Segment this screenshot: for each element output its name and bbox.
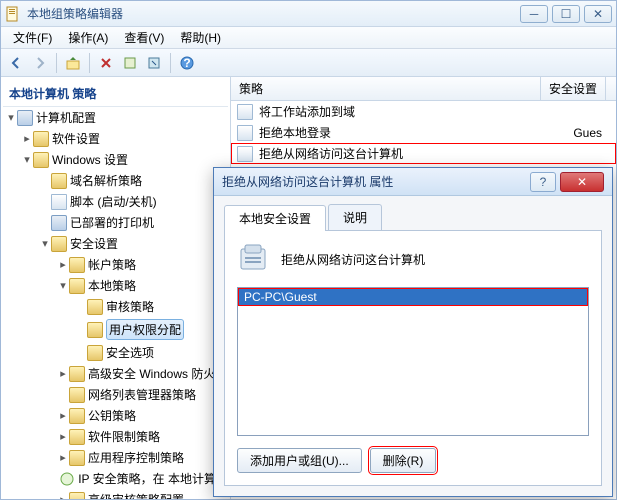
tree-software[interactable]: ▸软件设置 bbox=[3, 128, 228, 149]
list-item[interactable]: 拒绝从网络访问这台计算机 bbox=[231, 143, 616, 164]
list-header: 策略 安全设置 bbox=[231, 77, 616, 101]
tree-windows-settings[interactable]: ▾Windows 设置 bbox=[3, 149, 228, 170]
export-icon[interactable] bbox=[143, 52, 165, 74]
tree-computer-config[interactable]: ▾计算机配置 bbox=[3, 107, 228, 128]
sidebar-header: 本地计算机 策略 bbox=[3, 81, 228, 107]
policy-icon bbox=[237, 243, 269, 275]
window-title: 本地组策略编辑器 bbox=[27, 5, 520, 22]
delete-icon[interactable] bbox=[95, 52, 117, 74]
policy-name: 拒绝从网络访问这台计算机 bbox=[281, 251, 425, 268]
tab-local-security[interactable]: 本地安全设置 bbox=[224, 205, 326, 231]
tree-advanced-firewall[interactable]: ▸高级安全 Windows 防火墙 bbox=[3, 363, 228, 384]
help-icon[interactable]: ? bbox=[176, 52, 198, 74]
properties-dialog: 拒绝从网络访问这台计算机 属性 ? ✕ 本地安全设置 说明 拒绝从网络访问这台计… bbox=[213, 167, 613, 497]
menu-action[interactable]: 操作(A) bbox=[60, 27, 116, 48]
tree-user-rights[interactable]: 用户权限分配 bbox=[3, 317, 228, 342]
remove-button[interactable]: 删除(R) bbox=[370, 448, 437, 473]
list-item[interactable]: 拒绝本地登录Gues bbox=[231, 122, 616, 143]
tree-account[interactable]: ▸帐户策略 bbox=[3, 254, 228, 275]
users-listbox[interactable]: PC-PC\Guest bbox=[237, 287, 589, 436]
up-button[interactable] bbox=[62, 52, 84, 74]
tab-explain[interactable]: 说明 bbox=[328, 204, 382, 230]
tree-domain[interactable]: 域名解析策略 bbox=[3, 170, 228, 191]
tree-app-control[interactable]: ▸应用程序控制策略 bbox=[3, 447, 228, 468]
dialog-title: 拒绝从网络访问这台计算机 属性 bbox=[222, 173, 530, 190]
forward-button[interactable] bbox=[29, 52, 51, 74]
menu-file[interactable]: 文件(F) bbox=[5, 27, 60, 48]
tree-audit[interactable]: 审核策略 bbox=[3, 296, 228, 317]
tree-software-restriction[interactable]: ▸软件限制策略 bbox=[3, 426, 228, 447]
tree-network-list[interactable]: 网络列表管理器策略 bbox=[3, 384, 228, 405]
close-button[interactable]: ✕ bbox=[584, 5, 612, 23]
tree: ▾计算机配置 ▸软件设置 ▾Windows 设置 域名解析策略 脚本 (启动/关… bbox=[3, 107, 228, 499]
dialog-tabs: 本地安全设置 说明 bbox=[224, 204, 602, 230]
dialog-close-button[interactable]: ✕ bbox=[560, 172, 604, 192]
properties-icon[interactable] bbox=[119, 52, 141, 74]
tree-printers[interactable]: 已部署的打印机 bbox=[3, 212, 228, 233]
menu-help[interactable]: 帮助(H) bbox=[172, 27, 229, 48]
user-item[interactable]: PC-PC\Guest bbox=[238, 288, 588, 306]
col-security-setting[interactable]: 安全设置 bbox=[541, 77, 606, 100]
maximize-button[interactable]: ☐ bbox=[552, 5, 580, 23]
sidebar: 本地计算机 策略 ▾计算机配置 ▸软件设置 ▾Windows 设置 域名解析策略… bbox=[1, 77, 231, 499]
tree-security[interactable]: ▾安全设置 bbox=[3, 233, 228, 254]
menu-view[interactable]: 查看(V) bbox=[116, 27, 172, 48]
col-policy[interactable]: 策略 bbox=[231, 77, 541, 100]
tree-security-options[interactable]: 安全选项 bbox=[3, 342, 228, 363]
tree-ipsec[interactable]: IP 安全策略，在 本地计算机 bbox=[3, 468, 228, 489]
back-button[interactable] bbox=[5, 52, 27, 74]
add-user-button[interactable]: 添加用户或组(U)... bbox=[237, 448, 362, 473]
minimize-button[interactable]: ─ bbox=[520, 5, 548, 23]
dialog-help-button[interactable]: ? bbox=[530, 172, 556, 192]
menubar: 文件(F) 操作(A) 查看(V) 帮助(H) bbox=[1, 27, 616, 49]
tree-local-policies[interactable]: ▾本地策略 bbox=[3, 275, 228, 296]
toolbar: ? bbox=[1, 49, 616, 77]
tree-advanced-audit[interactable]: ▸高级审核策略配置 bbox=[3, 489, 228, 499]
titlebar: 本地组策略编辑器 ─ ☐ ✕ bbox=[1, 1, 616, 27]
svg-text:?: ? bbox=[183, 56, 190, 70]
tree-scripts[interactable]: 脚本 (启动/关机) bbox=[3, 191, 228, 212]
dialog-titlebar: 拒绝从网络访问这台计算机 属性 ? ✕ bbox=[214, 168, 612, 196]
list-item[interactable]: 将工作站添加到域 bbox=[231, 101, 616, 122]
app-icon bbox=[5, 6, 21, 22]
tree-public-key[interactable]: ▸公钥策略 bbox=[3, 405, 228, 426]
tab-content: 拒绝从网络访问这台计算机 PC-PC\Guest 添加用户或组(U)... 删除… bbox=[224, 230, 602, 486]
